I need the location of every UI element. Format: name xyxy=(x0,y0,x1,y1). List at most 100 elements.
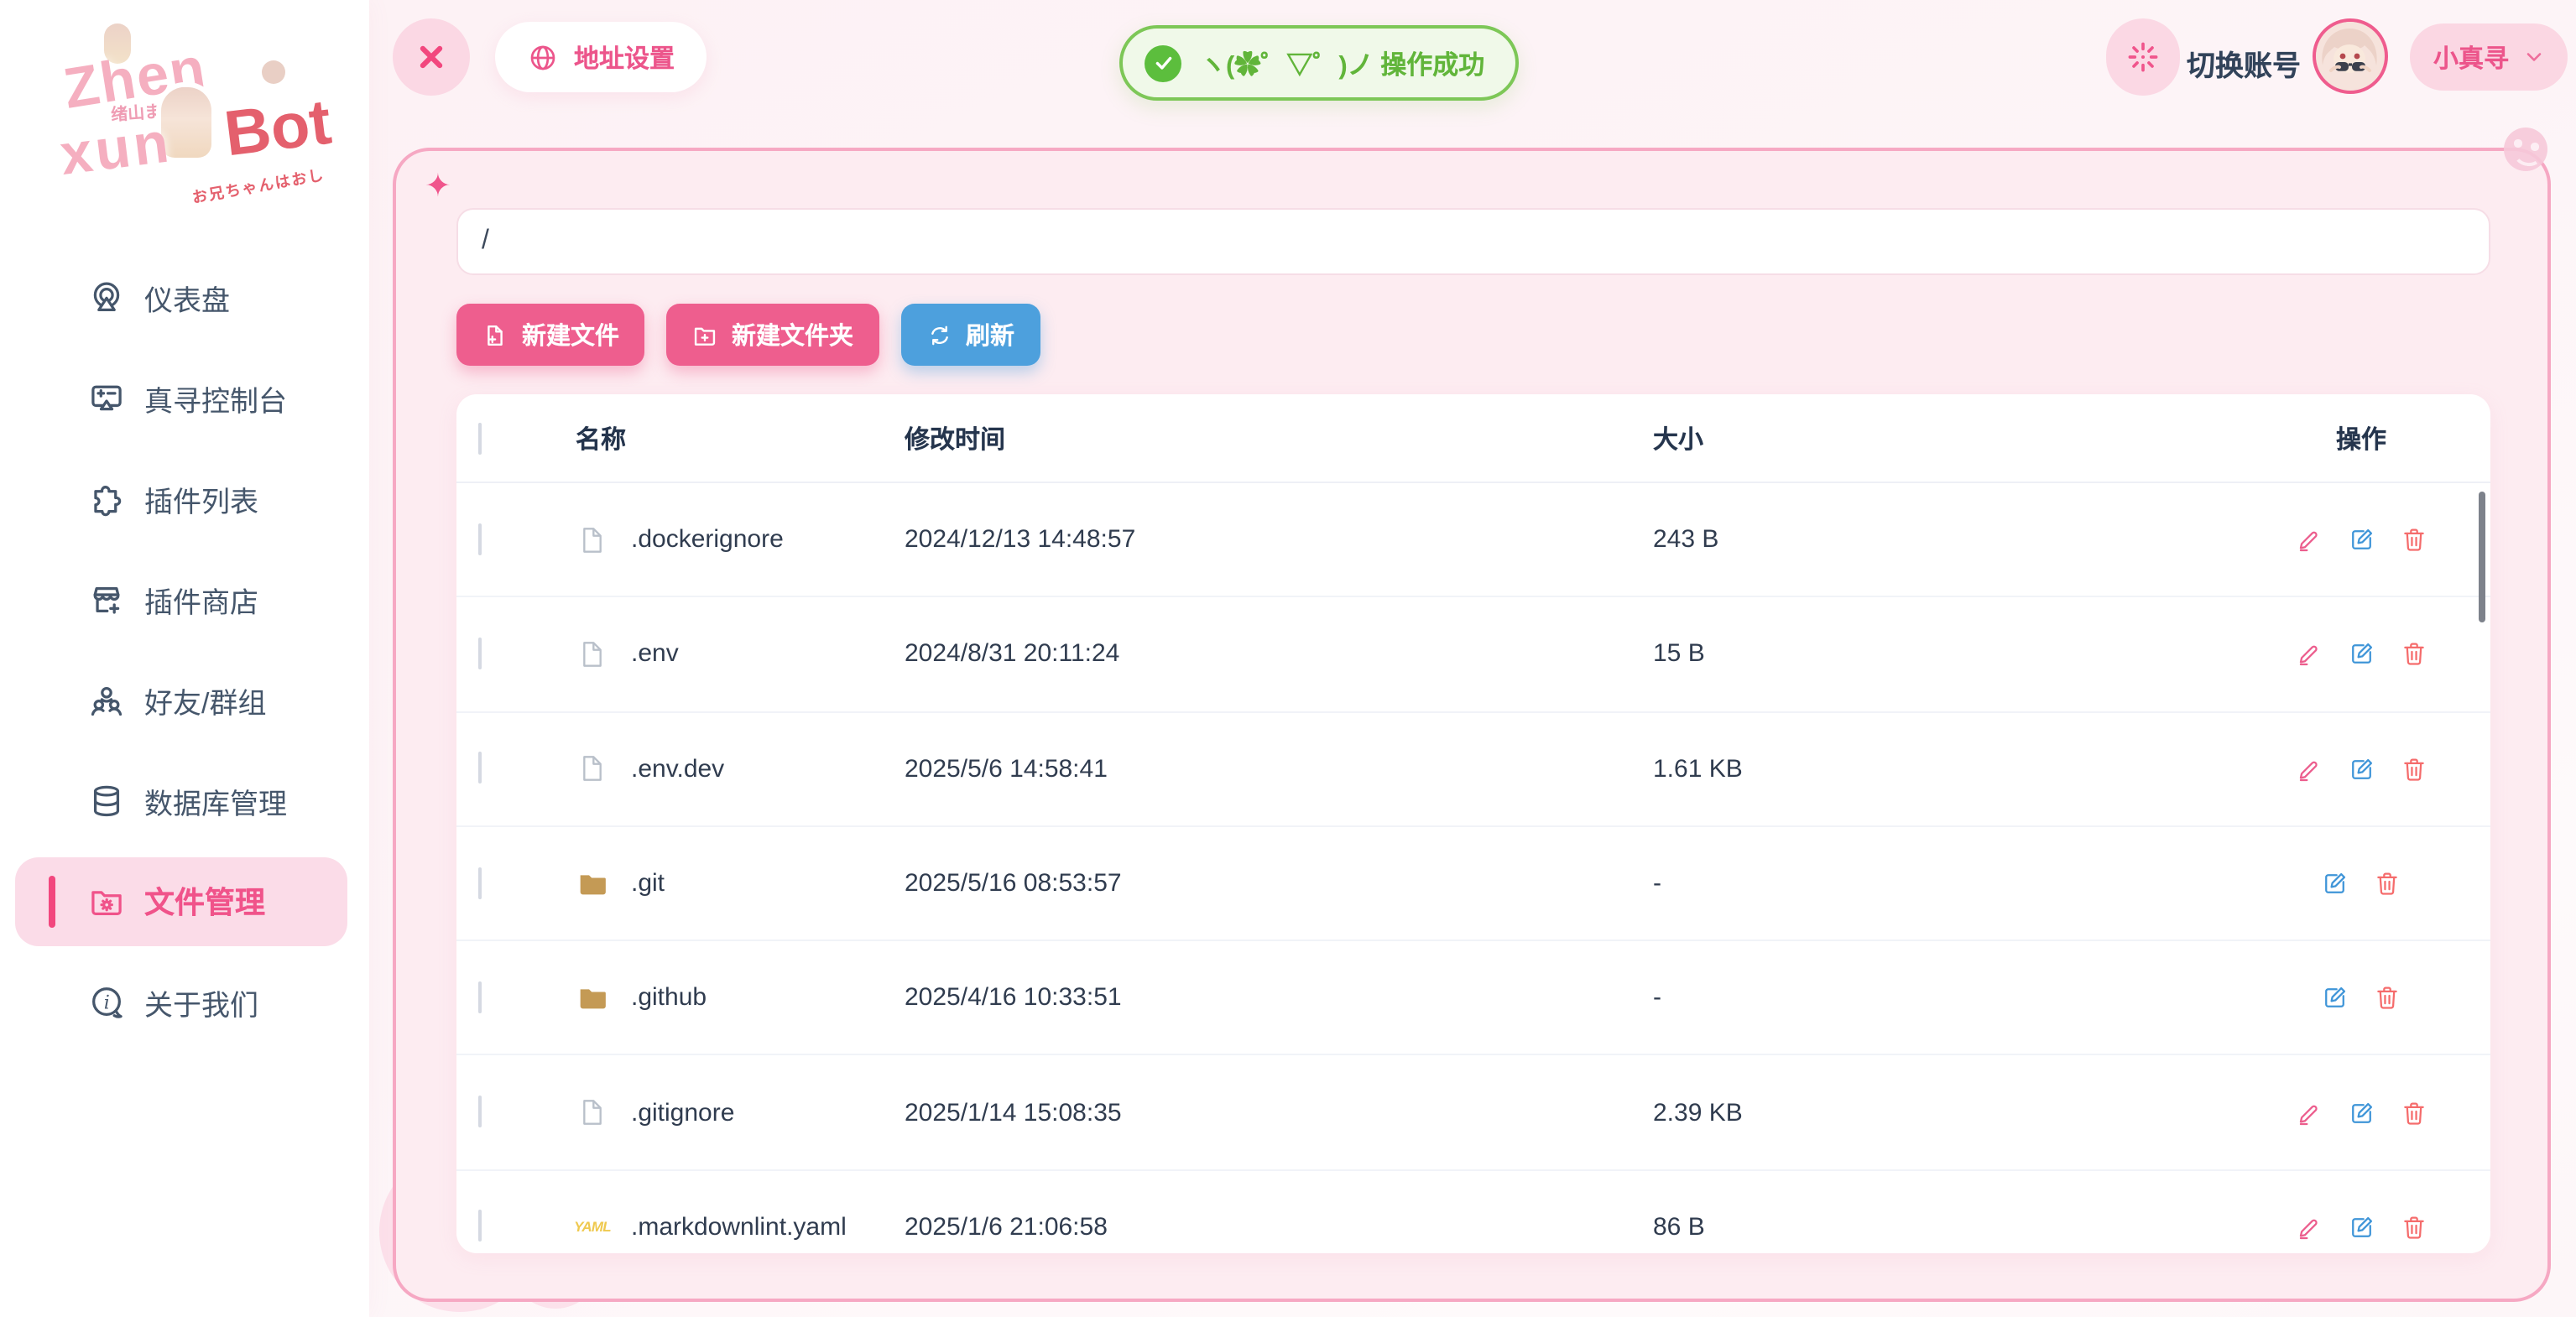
toolbar: 新建文件 新建文件夹 刷新 xyxy=(456,304,1040,366)
file-name: .markdownlint.yaml xyxy=(631,1213,847,1242)
row-checkbox[interactable] xyxy=(478,638,482,669)
rename-edit-button[interactable] xyxy=(2347,754,2375,783)
file-name: .gitignore xyxy=(631,1098,734,1127)
file-size: 2.39 KB xyxy=(1638,1098,2232,1127)
row-checkbox[interactable] xyxy=(478,1096,482,1127)
burst-icon xyxy=(2125,39,2161,75)
rename-edit-button[interactable] xyxy=(2347,1213,2375,1242)
row-checkbox[interactable] xyxy=(478,1210,482,1242)
rename-edit-button[interactable] xyxy=(2321,984,2349,1012)
table-row: YAML .github 2025/4/16 10:33:51 - xyxy=(456,941,2490,1056)
main-area: 地址设置 ヽ(✿゜▽゜)ノ 操作成功 切换账号 xyxy=(369,0,2576,1317)
table-row: YAML .markdownlint.yaml 2025/1/6 21:06:5… xyxy=(456,1171,2490,1253)
delete-trash-button[interactable] xyxy=(2373,984,2401,1012)
address-settings-button[interactable]: 地址设置 xyxy=(495,22,707,92)
file-name: .git xyxy=(631,869,665,898)
file-name-cell: YAML .gitignore xyxy=(550,1096,889,1129)
avatar-image xyxy=(2316,22,2383,89)
new-folder-button[interactable]: 新建文件夹 xyxy=(666,304,879,366)
row-actions xyxy=(2232,984,2490,1012)
row-actions xyxy=(2232,754,2490,783)
modified-time: 2024/8/31 20:11:24 xyxy=(889,640,1638,669)
modified-time: 2025/5/16 08:53:57 xyxy=(889,869,1638,898)
refresh-button[interactable]: 刷新 xyxy=(900,304,1040,366)
folder-icon xyxy=(576,867,609,900)
spark-action-button[interactable] xyxy=(2106,18,2180,96)
modified-time: 2025/5/6 14:58:41 xyxy=(889,754,1638,783)
file-plus-icon xyxy=(482,321,508,348)
success-check-icon xyxy=(1145,44,1181,81)
smiley-decoration-icon xyxy=(2504,128,2547,171)
row-checkbox[interactable] xyxy=(478,981,482,1013)
brand-logo: Zhen 绪山まひろ xun Bot お兄ちゃんはおし xyxy=(17,13,352,211)
edit-pencil-button[interactable] xyxy=(2295,754,2323,783)
sidebar-item-friends-groups[interactable]: 好友/群组 xyxy=(23,666,346,733)
yaml-file-icon: YAML xyxy=(576,1210,609,1244)
table-row: YAML .dockerignore 2024/12/13 14:48:57 2… xyxy=(456,483,2490,598)
delete-trash-button[interactable] xyxy=(2399,754,2427,783)
file-name-cell: YAML .env xyxy=(550,638,889,671)
sidebar-nav: 仪表盘 真寻控制台 插件列表 插件商店 好友/群组 数据库管理 文件管理 关于我… xyxy=(0,263,369,1069)
rename-edit-button[interactable] xyxy=(2321,869,2349,898)
globe-icon xyxy=(527,41,559,73)
refresh-icon xyxy=(926,321,952,348)
sparkle-icon: ✦ xyxy=(425,168,451,206)
new-file-button[interactable]: 新建文件 xyxy=(456,304,644,366)
row-checkbox[interactable] xyxy=(478,752,482,783)
table-row: YAML .gitignore 2025/1/14 15:08:35 2.39 … xyxy=(456,1056,2490,1171)
delete-trash-button[interactable] xyxy=(2373,869,2401,898)
user-avatar[interactable] xyxy=(2313,18,2388,94)
row-checkbox[interactable] xyxy=(478,523,482,554)
logo-chibi-character-2 xyxy=(262,60,285,84)
modified-time: 2025/1/6 21:06:58 xyxy=(889,1213,1638,1242)
rename-edit-button[interactable] xyxy=(2347,1098,2375,1127)
account-name: 小真寻 xyxy=(2433,39,2509,75)
edit-pencil-button[interactable] xyxy=(2295,1098,2323,1127)
table-scrollbar[interactable] xyxy=(2479,492,2485,622)
table-row: YAML .env.dev 2025/5/6 14:58:41 1.61 KB xyxy=(456,712,2490,827)
close-icon xyxy=(413,39,450,75)
file-manager-panel: ✦ 新建文件 新建文件夹 xyxy=(393,148,2551,1302)
row-checkbox[interactable] xyxy=(478,867,482,898)
rename-edit-button[interactable] xyxy=(2347,640,2375,669)
sidebar-item-about[interactable]: 关于我们 xyxy=(23,968,346,1035)
row-actions xyxy=(2232,640,2490,669)
logo-word-bot: Bot xyxy=(221,88,335,173)
delete-trash-button[interactable] xyxy=(2399,525,2427,554)
delete-trash-button[interactable] xyxy=(2399,1213,2427,1242)
file-size: - xyxy=(1638,869,2232,898)
table-row: YAML .env 2024/8/31 20:11:24 15 B xyxy=(456,598,2490,713)
sidebar-item-database[interactable]: 数据库管理 xyxy=(23,767,346,834)
edit-pencil-button[interactable] xyxy=(2295,640,2323,669)
file-size: 86 B xyxy=(1638,1213,2232,1242)
header-size: 大小 xyxy=(1638,420,2232,455)
sidebar-item-console[interactable]: 真寻控制台 xyxy=(23,364,346,431)
sidebar-item-plugin-list[interactable]: 插件列表 xyxy=(23,465,346,532)
toast-message: ヽ(✿゜▽゜)ノ 操作成功 xyxy=(1200,44,1484,81)
edit-pencil-button[interactable] xyxy=(2295,525,2323,554)
header-modified: 修改时间 xyxy=(889,420,1638,455)
file-name-cell: YAML .env.dev xyxy=(550,752,889,785)
file-size: 15 B xyxy=(1638,640,2232,669)
select-all-checkbox[interactable] xyxy=(478,422,482,454)
sidebar-item-dashboard[interactable]: 仪表盘 xyxy=(23,263,346,331)
row-actions xyxy=(2232,1098,2490,1127)
close-button[interactable] xyxy=(393,18,470,96)
path-input[interactable] xyxy=(456,208,2490,275)
account-menu[interactable]: 小真寻 xyxy=(2410,23,2568,91)
file-name-cell: YAML .markdownlint.yaml xyxy=(550,1210,889,1244)
delete-trash-button[interactable] xyxy=(2399,640,2427,669)
file-name: .env.dev xyxy=(631,754,724,783)
modified-time: 2025/1/14 15:08:35 xyxy=(889,1098,1638,1127)
modified-time: 2025/4/16 10:33:51 xyxy=(889,984,1638,1012)
delete-trash-button[interactable] xyxy=(2399,1098,2427,1127)
file-name-cell: YAML .dockerignore xyxy=(550,523,889,556)
switch-account-label[interactable]: 切换账号 xyxy=(2187,42,2301,84)
app-window: Zhen 绪山まひろ xun Bot お兄ちゃんはおし 仪表盘 真寻控制台 插件… xyxy=(0,0,2576,1317)
sidebar-item-file-manager[interactable]: 文件管理 xyxy=(15,856,347,945)
rename-edit-button[interactable] xyxy=(2347,525,2375,554)
edit-pencil-button[interactable] xyxy=(2295,1213,2323,1242)
file-name: .github xyxy=(631,984,707,1012)
file-icon xyxy=(576,638,609,671)
sidebar-item-plugin-store[interactable]: 插件商店 xyxy=(23,565,346,632)
